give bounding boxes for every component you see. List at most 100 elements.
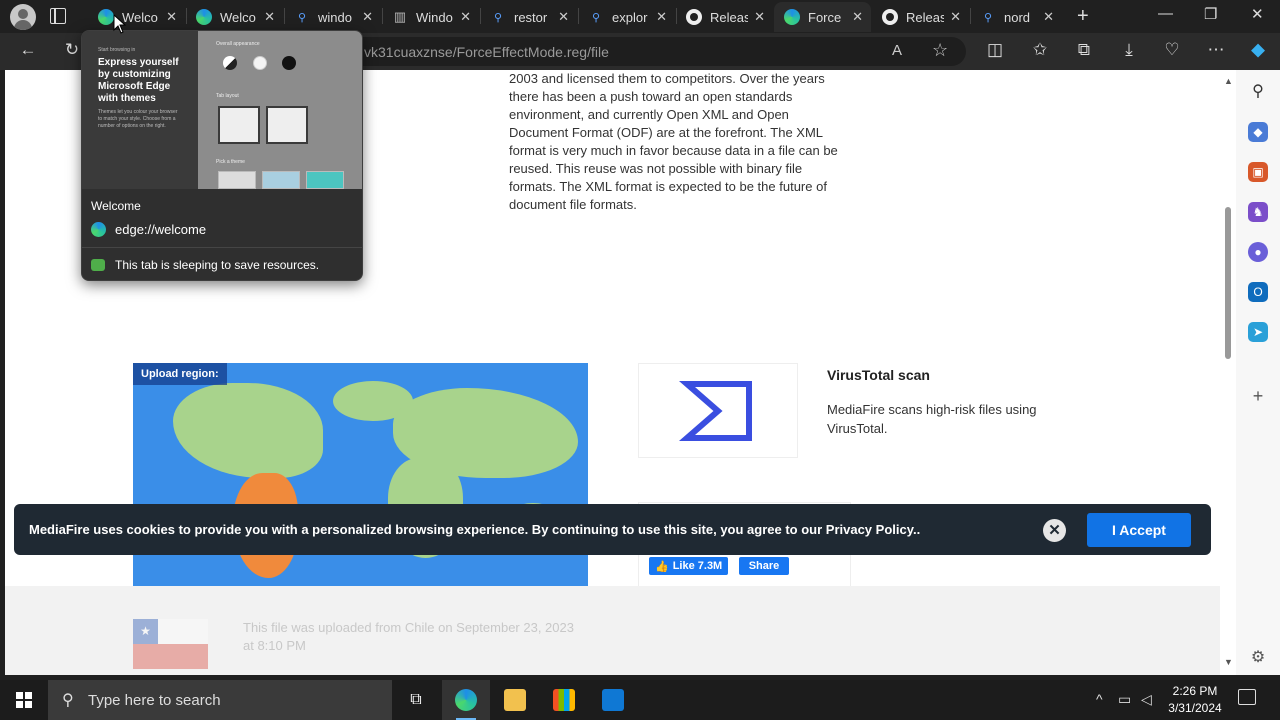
taskbar-file-explorer-app[interactable] <box>491 680 539 720</box>
taskbar-search-box[interactable]: ⚲ Type here to search <box>48 680 392 720</box>
search-icon: ⚲ <box>983 11 993 24</box>
edge-icon <box>455 689 477 711</box>
tab-windows-search[interactable]: ⚲ windo ✕ <box>284 2 381 32</box>
network-icon[interactable]: ▭ <box>1118 691 1131 708</box>
tab-nord-search[interactable]: ⚲ nord ✕ <box>970 2 1062 32</box>
edge-icon <box>98 9 114 25</box>
taskbar-store-app[interactable] <box>540 680 588 720</box>
tab-releases-2[interactable]: Releas ✕ <box>872 2 969 32</box>
close-window-icon[interactable]: ✕ <box>1251 5 1264 23</box>
minimize-icon[interactable]: — <box>1158 5 1173 22</box>
github-icon <box>882 9 898 25</box>
restore-icon[interactable]: ❐ <box>1204 5 1217 23</box>
add-sidebar-app-icon[interactable]: + <box>1248 386 1268 406</box>
close-icon[interactable]: ✕ <box>852 9 863 25</box>
tab-restore-search[interactable]: ⚲ restor ✕ <box>480 2 577 32</box>
facebook-like-button[interactable]: 👍 Like 7.3M <box>649 557 729 575</box>
games-icon[interactable]: ♞ <box>1248 202 1268 222</box>
show-hidden-icons-chevron-icon[interactable]: ^ <box>1096 691 1103 707</box>
tab-hover-preview: Start browsing in Express yourself by cu… <box>81 30 363 281</box>
mail-icon <box>602 689 624 711</box>
cookie-close-button[interactable]: ✕ <box>1043 519 1066 542</box>
tab-label: restor <box>514 9 548 25</box>
back-icon[interactable]: ← <box>17 40 39 60</box>
volume-muted-icon[interactable]: ◁ <box>1141 691 1152 708</box>
cookie-banner: MediaFire uses cookies to provide you wi… <box>14 504 1211 555</box>
tab-label: explor <box>612 9 648 25</box>
close-icon[interactable]: ✕ <box>1043 9 1054 25</box>
sidebar-search-icon[interactable]: ⚲ <box>1248 82 1268 102</box>
scroll-down-arrow-icon[interactable]: ▼ <box>1224 657 1233 667</box>
taskbar-mail-app[interactable] <box>589 680 637 720</box>
edge-icon <box>91 222 106 237</box>
task-view-button[interactable]: ⧉ <box>392 680 440 720</box>
notification-center-icon[interactable] <box>1238 689 1256 705</box>
sleeping-tab-icon <box>91 259 105 271</box>
close-icon[interactable]: ✕ <box>558 9 569 25</box>
shopping-icon[interactable]: ◆ <box>1248 122 1268 142</box>
close-icon[interactable]: ✕ <box>754 9 765 25</box>
browser-essentials-icon[interactable]: ♡ <box>1161 40 1183 60</box>
preview-left-panel: Start browsing in Express yourself by cu… <box>82 31 198 189</box>
scroll-up-arrow-icon[interactable]: ▲ <box>1224 76 1233 86</box>
tab-releases-1[interactable]: Releas ✕ <box>676 2 773 32</box>
theme-light-icon <box>253 56 267 70</box>
scrollbar-thumb[interactable] <box>1225 207 1231 359</box>
clock-time: 2:26 PM <box>1172 684 1218 698</box>
close-icon[interactable]: ✕ <box>950 9 961 25</box>
split-screen-icon[interactable]: ◫ <box>984 40 1006 60</box>
preview-appearance-label: Overall appearance <box>216 41 260 47</box>
favorite-star-icon[interactable]: ☆ <box>932 40 948 61</box>
favorites-icon[interactable]: ✩ <box>1029 40 1051 60</box>
address-url[interactable]: vk31cuaxznse/ForceEffectMode.reg/file <box>364 44 609 60</box>
collections-icon[interactable]: ⧉ <box>1073 40 1095 60</box>
copilot-icon[interactable]: ◆ <box>1247 40 1269 60</box>
outlook-icon[interactable]: O <box>1248 282 1268 302</box>
new-tab-icon[interactable]: + <box>1077 5 1089 28</box>
close-icon[interactable]: ✕ <box>460 9 471 25</box>
virustotal-logo-icon <box>678 381 752 441</box>
tab-explorer-search[interactable]: ⚲ explor ✕ <box>578 2 675 32</box>
chile-flag-icon: ★ <box>133 619 208 669</box>
preview-body: Themes let you colour your browser to ma… <box>98 109 178 129</box>
thumbs-up-icon: 👍 <box>655 560 669 573</box>
upload-info-text: This file was uploaded from Chile on Sep… <box>243 620 574 653</box>
refresh-icon[interactable]: ↻ <box>61 40 83 60</box>
tab-welcome-1[interactable]: Welco ✕ <box>88 2 185 32</box>
sleeping-tab-text: This tab is sleeping to save resources. <box>115 258 320 272</box>
search-icon: ⚲ <box>591 11 601 24</box>
close-icon[interactable]: ✕ <box>656 9 667 25</box>
drop-icon[interactable]: ➤ <box>1248 322 1268 342</box>
tab-force-effect-mode[interactable]: Force ✕ <box>774 2 871 32</box>
close-icon[interactable]: ✕ <box>166 9 177 25</box>
sidebar-settings-icon[interactable]: ⚙ <box>1248 648 1268 668</box>
preview-eyebrow: Start browsing in <box>98 47 136 53</box>
downloads-icon[interactable]: ⤓ <box>1118 40 1140 60</box>
taskbar-clock[interactable]: 2:26 PM 3/31/2024 <box>1164 683 1226 717</box>
page-scrollbar[interactable]: ▲ ▼ <box>1220 70 1236 675</box>
article-text: 2003 and licensed them to competitors. O… <box>509 71 838 212</box>
copilot-sidebar-icon[interactable]: ● <box>1248 242 1268 262</box>
profile-avatar[interactable] <box>10 4 36 30</box>
virustotal-title: VirusTotal scan <box>827 367 930 383</box>
store-icon <box>553 689 575 711</box>
close-icon[interactable]: ✕ <box>362 9 373 25</box>
windows-start-icon[interactable] <box>16 692 32 708</box>
tab-welcome-2[interactable]: Welco ✕ <box>186 2 283 32</box>
tab-label: Force <box>808 9 842 25</box>
cookie-accept-button[interactable]: I Accept <box>1087 513 1191 547</box>
tools-icon[interactable]: ▣ <box>1248 162 1268 182</box>
theme-dark-icon <box>282 56 296 70</box>
read-aloud-icon[interactable]: A <box>892 42 902 59</box>
tab-windows[interactable]: ▥ Windo ✕ <box>382 2 479 32</box>
tab-actions-icon[interactable] <box>50 8 66 24</box>
taskbar-edge-app[interactable] <box>442 680 490 720</box>
close-icon[interactable]: ✕ <box>264 9 275 25</box>
more-menu-icon[interactable]: ⋯ <box>1205 40 1227 60</box>
facebook-like-label: Like 7.3M <box>672 560 723 572</box>
windows-taskbar: ⚲ Type here to search ⧉ ^ ▭ ◁ 2:26 PM 3/… <box>0 680 1280 720</box>
virustotal-logo-card <box>638 363 798 458</box>
facebook-share-button[interactable]: Share <box>739 557 789 575</box>
theme-chip-3 <box>306 171 344 189</box>
theme-chip-1 <box>218 171 256 189</box>
